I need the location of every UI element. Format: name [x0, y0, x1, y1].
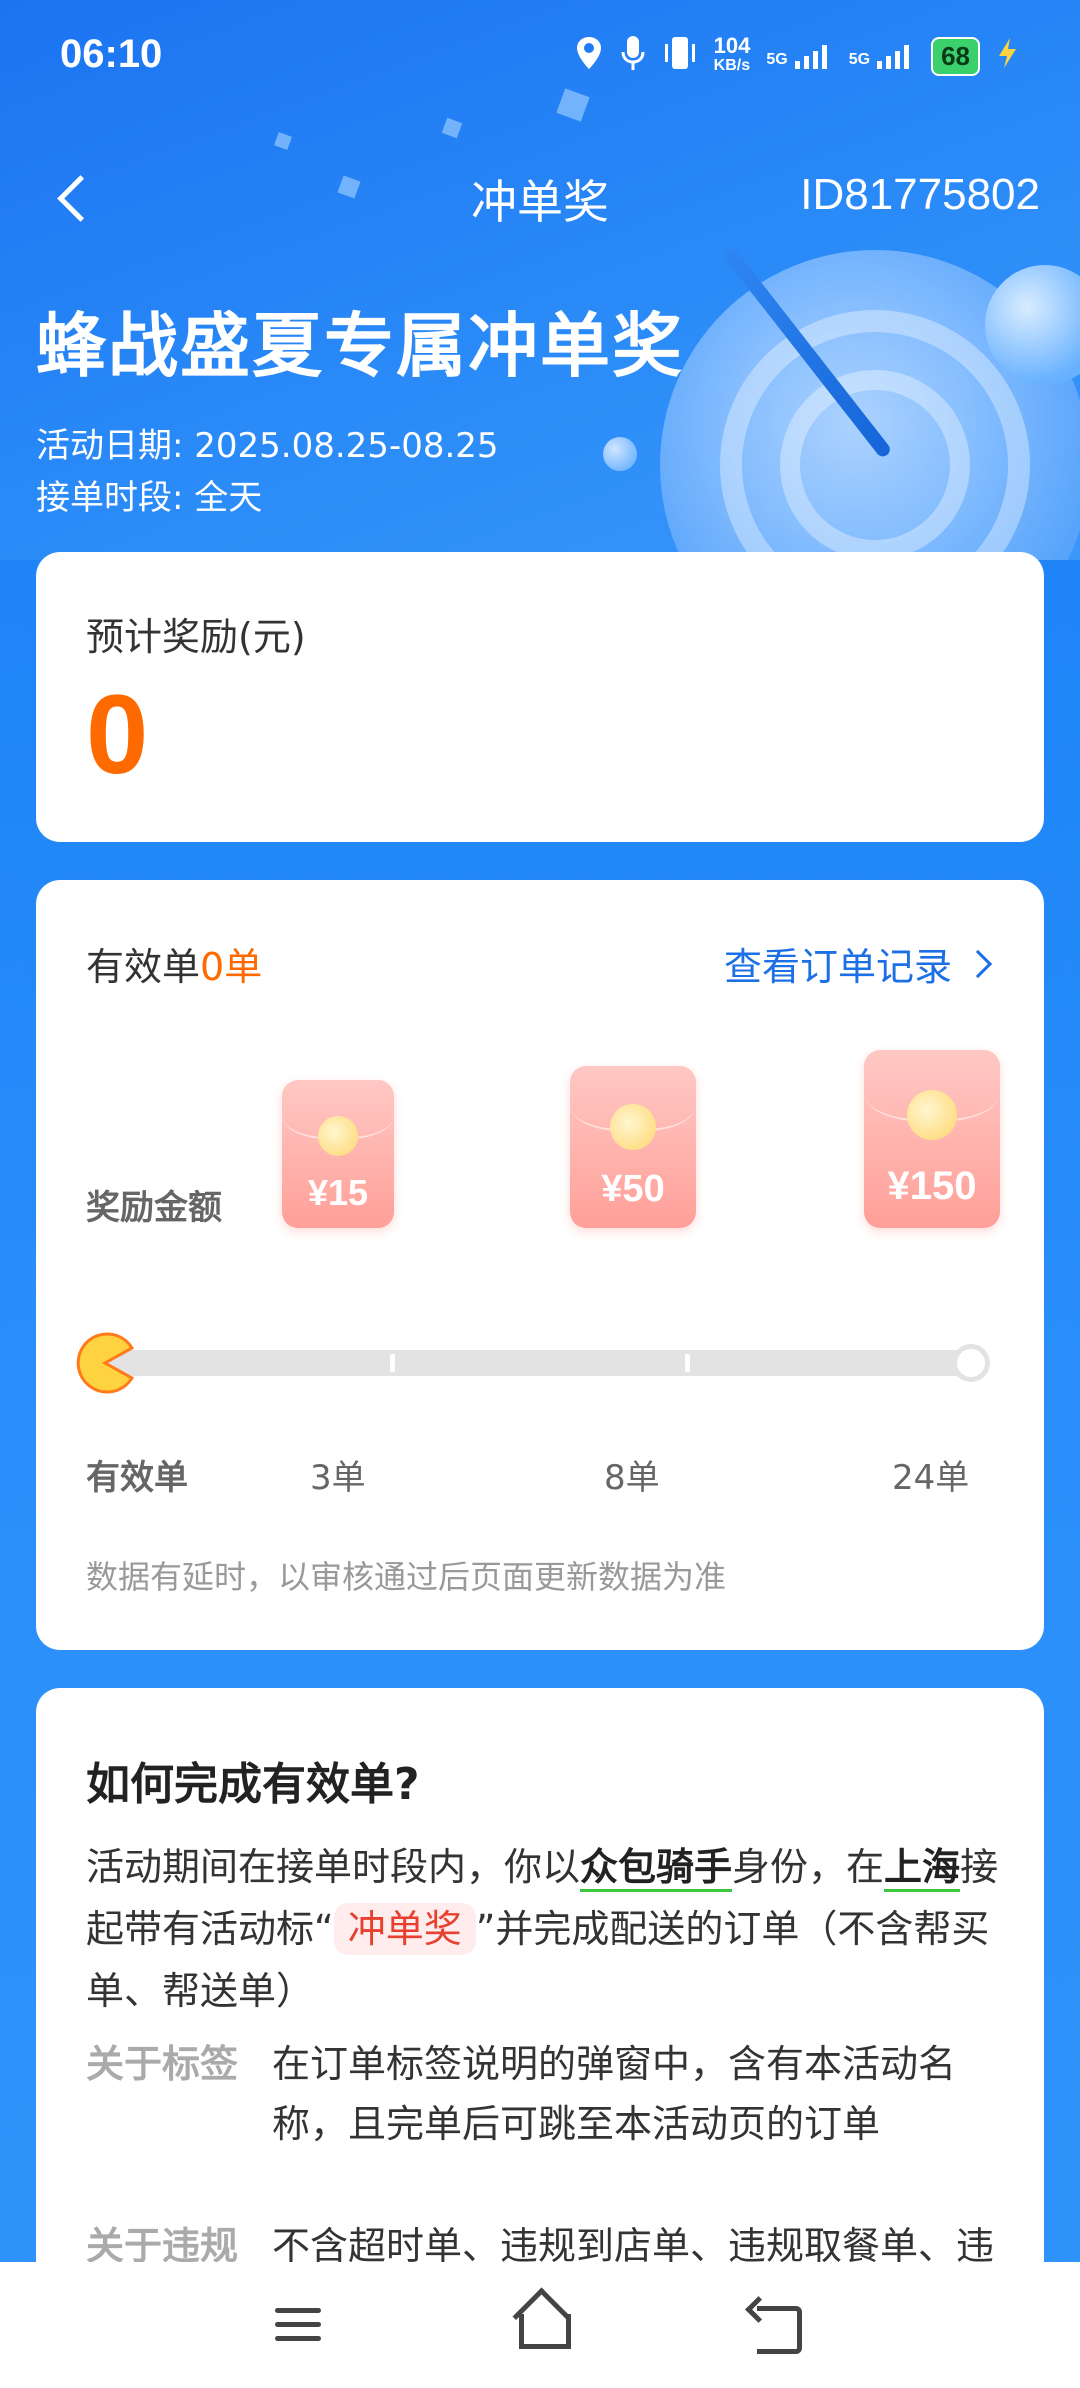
progress-tick	[685, 1354, 690, 1372]
location-icon	[574, 35, 604, 77]
rider-id: ID81775802	[800, 170, 1040, 219]
envelope-seal-icon	[907, 1090, 957, 1140]
status-time: 06:10	[60, 32, 163, 76]
progress-track	[76, 1332, 990, 1394]
view-order-records-link[interactable]: 查看订单记录	[724, 936, 993, 991]
progress-tick	[390, 1354, 395, 1372]
target-ring	[780, 370, 970, 560]
back-icon[interactable]	[745, 2290, 815, 2360]
microphone-icon	[620, 34, 646, 78]
net-speed: 104 KB/s	[713, 33, 751, 75]
status-icons: 104 KB/s 5G 5G 68	[574, 34, 1020, 78]
signal-icon: 5G	[849, 43, 915, 69]
signal-icon: 5G	[766, 43, 832, 69]
activity-timeslot: 接单时段: 全天	[36, 478, 263, 518]
system-navigation-bar	[0, 2262, 1080, 2388]
howto-title: 如何完成有效单?	[86, 1759, 420, 1810]
valid-order-count: 有效单0单	[86, 945, 263, 989]
decor-bubble	[603, 437, 637, 471]
reward-label: 预计奖励(元)	[86, 615, 306, 659]
chevron-right-icon	[963, 949, 993, 978]
battery-indicator: 68	[931, 36, 980, 76]
tier-orders: 3单	[310, 1458, 366, 1498]
decor-square	[441, 117, 463, 139]
menu-icon[interactable]	[265, 2290, 335, 2360]
activity-tag: 冲单奖	[333, 1903, 476, 1955]
progress-card: 有效单0单 查看订单记录 奖励金额 ¥15 ¥50 ¥150 有效单 3单 8单…	[36, 880, 1044, 1650]
tier-orders: 24单	[892, 1458, 970, 1498]
reward-value: 0	[86, 672, 149, 797]
reward-amount-label: 奖励金额	[86, 1188, 222, 1228]
activity-date: 活动日期: 2025.08.25-08.25	[36, 426, 499, 466]
home-icon[interactable]	[505, 2290, 575, 2360]
tier-amount: ¥15	[307, 1172, 369, 1213]
envelope-seal-icon	[318, 1116, 358, 1156]
charging-icon	[996, 36, 1020, 76]
vibrate-icon	[662, 34, 698, 78]
red-envelope-tier-2: ¥50	[570, 1066, 696, 1228]
howto-description: 活动期间在接单时段内，你以众包骑手身份，在上海接起带有活动标“ 冲单奖 ”并完成配送…	[86, 1845, 999, 2013]
about-tag-row: 关于标签 在订单标签说明的弹窗中，含有本活动名称，且完单后可跳至本活动页的订单	[86, 2042, 957, 2146]
progress-end-marker	[952, 1344, 990, 1382]
red-envelope-tier-1: ¥15	[282, 1080, 394, 1228]
estimated-reward-card: 预计奖励(元) 0	[36, 552, 1044, 842]
tier-amount: ¥50	[601, 1168, 665, 1210]
decor-square	[274, 132, 292, 150]
activity-title: 蜂战盛夏专属冲单奖	[36, 305, 684, 387]
red-envelope-tier-3: ¥150	[864, 1050, 1000, 1228]
tier-amount: ¥150	[887, 1164, 977, 1208]
data-delay-note: 数据有延时，以审核通过后页面更新数据为准	[86, 1558, 727, 1596]
nav-bar: 冲单奖 ID81775802	[0, 150, 1080, 250]
progress-indicator-icon	[76, 1332, 135, 1394]
status-bar: 06:10 104 KB/s 5G 5G 68	[0, 0, 1080, 120]
tier-orders: 8单	[604, 1458, 660, 1498]
valid-orders-axis-label: 有效单	[86, 1458, 188, 1498]
envelope-seal-icon	[610, 1104, 656, 1150]
